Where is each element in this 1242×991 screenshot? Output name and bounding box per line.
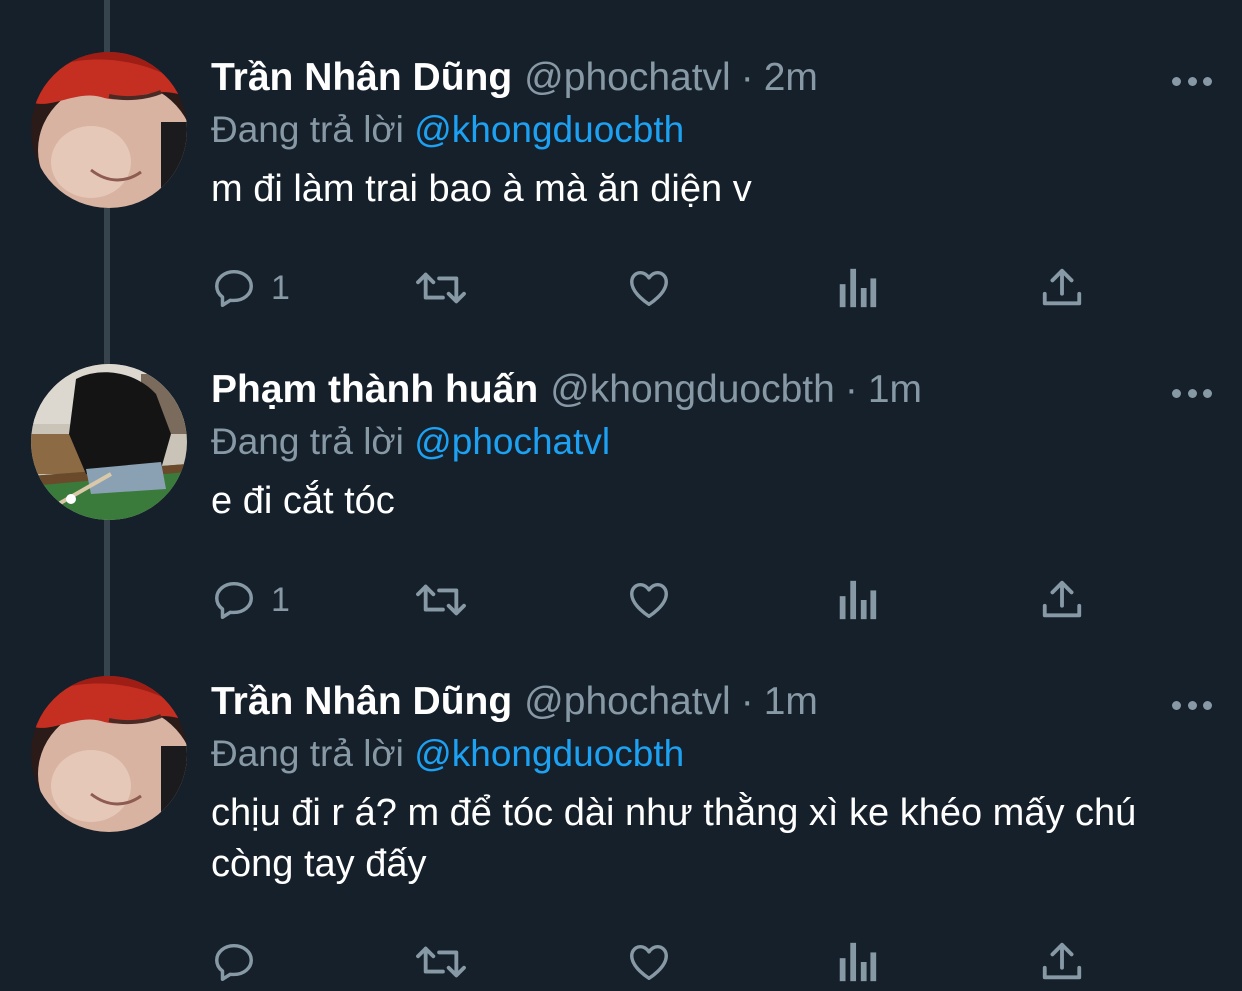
separator: · bbox=[740, 56, 754, 99]
more-icon[interactable] bbox=[1172, 700, 1212, 710]
replying-prefix: Đang trả lời bbox=[211, 109, 404, 150]
tweet-text: chịu đi r á? m để tóc dài như thằng xì k… bbox=[211, 792, 1137, 885]
analytics-button[interactable] bbox=[835, 577, 879, 623]
tweet-text: m đi làm trai bao à mà ăn diện v bbox=[211, 168, 752, 210]
thread-connector bbox=[104, 0, 110, 52]
heart-icon bbox=[630, 944, 668, 981]
timestamp[interactable]: 1m bbox=[764, 676, 818, 728]
share-icon bbox=[1042, 268, 1082, 306]
avatar[interactable] bbox=[31, 52, 187, 208]
reply-icon bbox=[215, 269, 253, 307]
more-icon[interactable] bbox=[1172, 76, 1212, 86]
separator: · bbox=[844, 368, 858, 411]
display-name[interactable]: Trần Nhân Dũng bbox=[211, 676, 512, 728]
replying-prefix: Đang trả lời bbox=[211, 733, 404, 774]
reply-icon bbox=[215, 943, 253, 981]
share-button[interactable] bbox=[1039, 265, 1085, 311]
retweet-icon bbox=[416, 272, 466, 304]
retweet-icon bbox=[416, 584, 466, 616]
display-name[interactable]: Trần Nhân Dũng bbox=[211, 52, 512, 104]
avatar[interactable] bbox=[31, 364, 187, 520]
replying-to: Đang trả lời @phochatvl bbox=[211, 416, 1212, 468]
reply-button[interactable]: 1 bbox=[211, 577, 290, 623]
share-icon bbox=[1042, 942, 1082, 980]
tweet-text: e đi cắt tóc bbox=[211, 480, 395, 522]
user-handle[interactable]: @khongduocbth bbox=[550, 364, 835, 416]
user-handle[interactable]: @phochatvl bbox=[524, 52, 731, 104]
analytics-icon bbox=[839, 942, 877, 982]
mention-link[interactable]: @khongduocbth bbox=[414, 109, 684, 150]
replying-to: Đang trả lời @khongduocbth bbox=[211, 728, 1212, 780]
analytics-icon bbox=[839, 580, 877, 620]
avatar[interactable] bbox=[31, 676, 187, 832]
share-icon bbox=[1042, 580, 1082, 618]
retweet-button[interactable] bbox=[413, 577, 469, 623]
thread-connector bbox=[104, 518, 110, 676]
heart-icon bbox=[630, 582, 668, 619]
mention-link[interactable]: @phochatvl bbox=[414, 421, 610, 462]
reply-button[interactable] bbox=[211, 939, 271, 985]
timestamp[interactable]: 2m bbox=[764, 52, 818, 104]
heart-icon bbox=[630, 270, 668, 307]
replying-to: Đang trả lời @khongduocbth bbox=[211, 104, 1212, 156]
tweet-actions bbox=[211, 939, 1091, 989]
analytics-button[interactable] bbox=[835, 939, 879, 985]
mention-link[interactable]: @khongduocbth bbox=[414, 733, 684, 774]
reply-icon bbox=[215, 581, 253, 619]
analytics-button[interactable] bbox=[835, 265, 879, 311]
user-handle[interactable]: @phochatvl bbox=[524, 676, 731, 728]
share-button[interactable] bbox=[1039, 939, 1085, 985]
timestamp[interactable]: 1m bbox=[868, 364, 922, 416]
reply-button[interactable]: 1 bbox=[211, 265, 290, 311]
share-button[interactable] bbox=[1039, 577, 1085, 623]
separator: · bbox=[740, 680, 754, 723]
tweet-actions: 1 bbox=[211, 265, 1091, 315]
replying-prefix: Đang trả lời bbox=[211, 421, 404, 462]
display-name[interactable]: Phạm thành huấn bbox=[211, 364, 538, 416]
retweet-icon bbox=[416, 946, 466, 978]
like-button[interactable] bbox=[625, 577, 673, 623]
like-button[interactable] bbox=[625, 939, 673, 985]
reply-count: 1 bbox=[271, 268, 290, 307]
more-icon[interactable] bbox=[1172, 388, 1212, 398]
thread-connector bbox=[104, 206, 110, 364]
like-button[interactable] bbox=[625, 265, 673, 311]
retweet-button[interactable] bbox=[413, 939, 469, 985]
reply-count: 1 bbox=[271, 580, 290, 619]
tweet-actions: 1 bbox=[211, 577, 1091, 627]
analytics-icon bbox=[839, 268, 877, 308]
retweet-button[interactable] bbox=[413, 265, 469, 311]
